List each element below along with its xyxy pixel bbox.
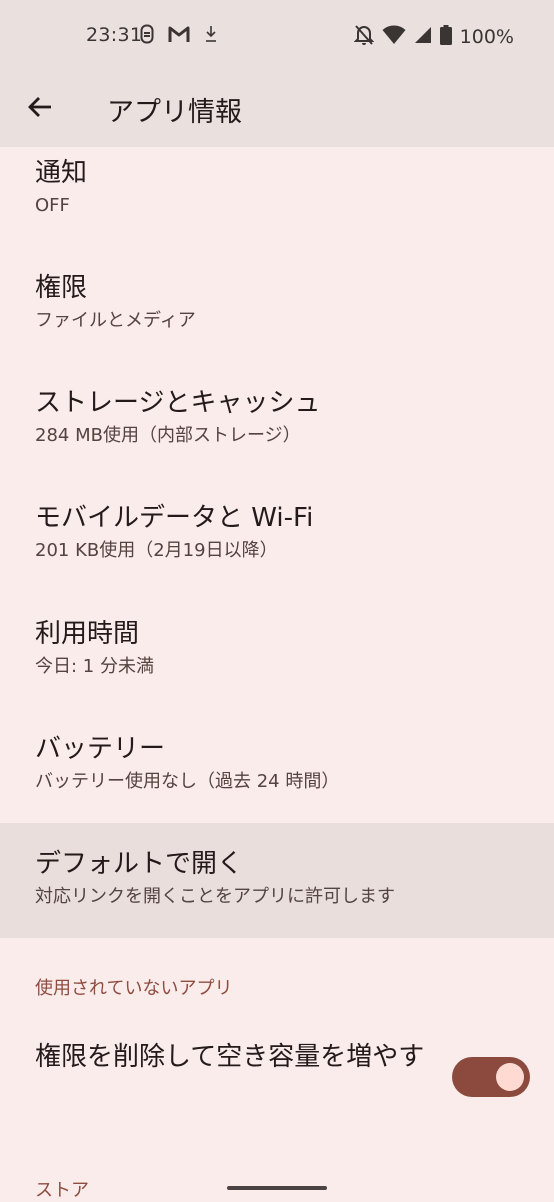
- signal-icon: [414, 26, 432, 48]
- pref-title: モバイルデータと Wi-Fi: [35, 503, 314, 533]
- keyboard-app-icon: [140, 24, 154, 48]
- arrow-back-icon: [27, 95, 53, 123]
- back-button[interactable]: [20, 89, 60, 129]
- pref-summary: OFF: [35, 195, 70, 216]
- pref-title: 通知: [35, 158, 88, 188]
- toggle-thumb: [496, 1063, 524, 1091]
- pref-title: 利用時間: [35, 619, 140, 649]
- section-header-unused-apps: 使用されていないアプリ: [35, 978, 233, 999]
- pref-title: デフォルトで開く: [35, 849, 244, 879]
- gmail-icon: [168, 26, 190, 47]
- battery-percentage: 100%: [459, 26, 514, 48]
- page-title: アプリ情報: [107, 97, 242, 128]
- pref-title: ストレージとキャッシュ: [35, 388, 321, 418]
- pref-open-by-default[interactable]: デフォルトで開く 対応リンクを開くことをアプリに許可します: [0, 823, 554, 938]
- pref-summary: 284 MB使用（内部ストレージ）: [35, 425, 301, 446]
- notifications-off-icon: [353, 24, 375, 50]
- pref-summary: 今日: 1 分未満: [35, 656, 154, 677]
- remove-permissions-toggle-label[interactable]: 権限を削除して空き容量を増やす: [35, 1036, 435, 1078]
- pref-storage-cache[interactable]: ストレージとキャッシュ 284 MB使用（内部ストレージ）: [0, 372, 554, 482]
- pref-summary: バッテリー使用なし（過去 24 時間）: [35, 771, 340, 792]
- pref-title: バッテリー: [35, 734, 166, 764]
- pref-mobile-data-wifi[interactable]: モバイルデータと Wi-Fi 201 KB使用（2月19日以降）: [0, 487, 554, 597]
- status-icons-left: [140, 24, 218, 48]
- status-bar: 23:31 100%: [0, 0, 554, 72]
- navigation-handle[interactable]: [227, 1186, 327, 1190]
- section-header-store: ストア: [35, 1180, 89, 1201]
- pref-screen-time[interactable]: 利用時間 今日: 1 分未満: [0, 603, 554, 713]
- app-bar: アプリ情報: [0, 72, 554, 147]
- pref-summary: 対応リンクを開くことをアプリに許可します: [35, 886, 395, 907]
- remove-permissions-toggle[interactable]: [452, 1057, 530, 1097]
- wifi-icon: [382, 25, 406, 49]
- status-icons-right: 100%: [353, 24, 514, 50]
- pref-battery[interactable]: バッテリー バッテリー使用なし（過去 24 時間）: [0, 718, 554, 823]
- pref-summary: 201 KB使用（2月19日以降）: [35, 540, 278, 561]
- status-time: 23:31: [86, 24, 143, 46]
- download-icon: [204, 25, 218, 47]
- pref-summary: ファイルとメディア: [35, 310, 196, 331]
- battery-icon: [439, 25, 452, 49]
- pref-title: 権限: [35, 273, 88, 303]
- pref-notifications[interactable]: 通知 OFF: [0, 150, 554, 250]
- pref-permissions[interactable]: 権限 ファイルとメディア: [0, 257, 554, 367]
